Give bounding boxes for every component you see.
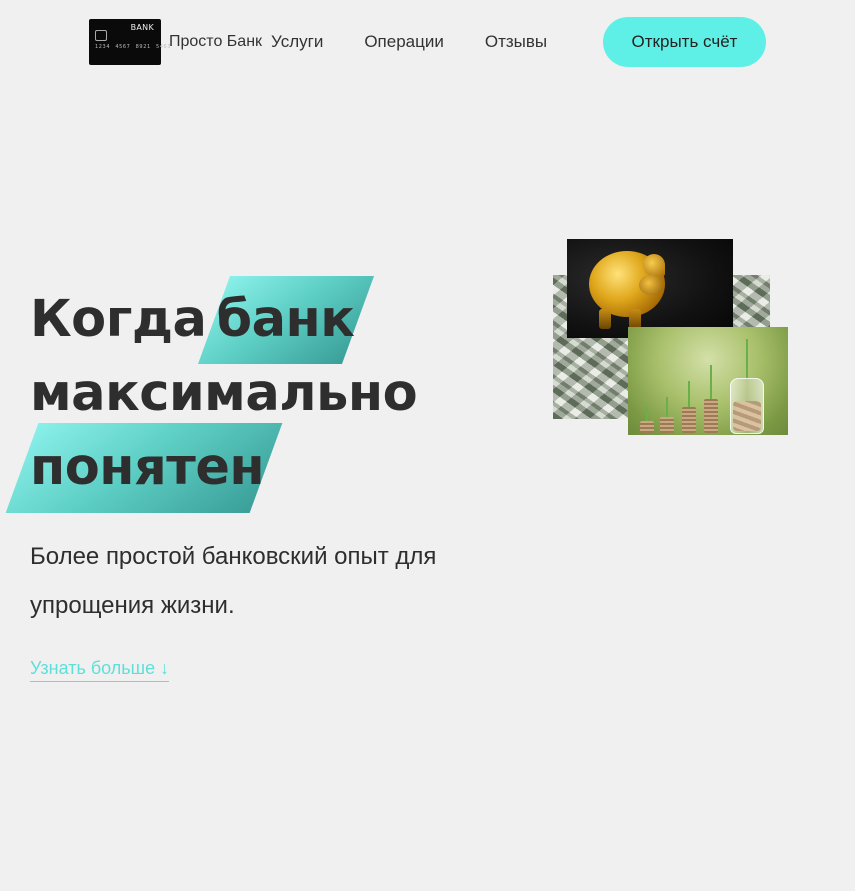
jar-coins <box>733 401 761 431</box>
piggy-bank-leg <box>629 309 641 329</box>
piggy-bank-snout <box>639 275 663 295</box>
sprout <box>646 407 648 421</box>
brand-name[interactable]: Просто Банк <box>169 33 262 51</box>
coin-jar <box>730 378 764 434</box>
bank-card-logo[interactable]: BANK 1234 4567 8921 5463 <box>89 19 170 65</box>
coin-stack <box>682 407 696 433</box>
nav-links: Услуги Операции Отзывы <box>271 32 547 52</box>
piggy-bank-ear <box>643 254 665 276</box>
coin-stack <box>660 417 674 433</box>
hero-title-highlight-bank: банк <box>216 283 354 357</box>
nav-link-services[interactable]: Услуги <box>271 32 323 52</box>
nav-link-reviews[interactable]: Отзывы <box>485 32 547 52</box>
card-chip-icon <box>95 30 107 41</box>
sprout <box>688 381 690 407</box>
sprout <box>710 365 712 399</box>
hero-title: Когда банк максимально понятен <box>30 283 418 505</box>
sprout <box>666 397 668 417</box>
coin-stack <box>640 421 654 433</box>
hero-title-highlight-ponyaten: понятен <box>30 431 265 505</box>
hero-title-word-when: Когда <box>30 290 207 349</box>
card-bank-label: BANK <box>130 23 154 32</box>
sprout <box>746 339 748 379</box>
hero-subtitle: Более простой банковский опыт для упроще… <box>30 543 437 619</box>
coin-stack <box>704 399 718 433</box>
nav-bar: BANK 1234 4567 8921 5463 Просто Банк Усл… <box>89 18 547 66</box>
open-account-button[interactable]: Открыть счёт <box>603 17 766 67</box>
piggy-bank-leg <box>599 309 611 329</box>
hero-title-line-2: максимально <box>30 364 418 423</box>
golden-piggy-bank-photo <box>567 239 733 338</box>
nav-link-operations[interactable]: Операции <box>364 32 444 52</box>
hero-title-line-3: понятен <box>30 431 417 505</box>
hero-title-line-1: Когда банк <box>30 283 417 357</box>
learn-more-link[interactable]: Узнать больше ↓ <box>30 658 170 682</box>
coin-stacks-plants-photo <box>628 327 788 435</box>
card-number: 1234 4567 8921 5463 <box>95 44 172 50</box>
